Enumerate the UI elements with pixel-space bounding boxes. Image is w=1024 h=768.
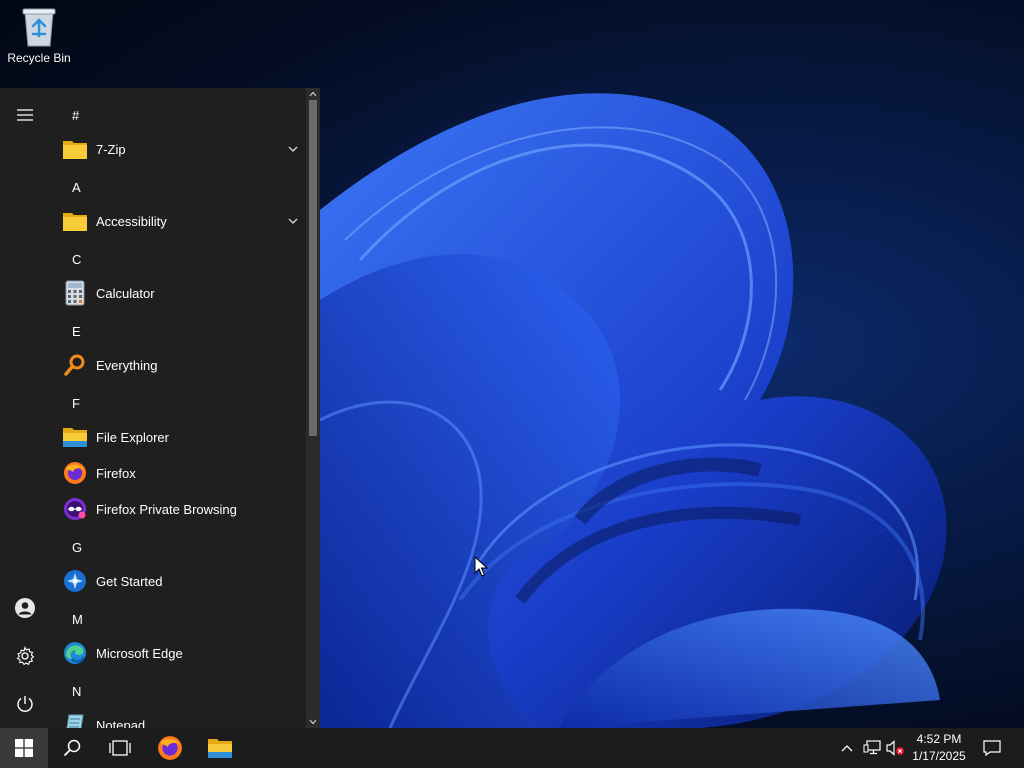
scroll-up-button[interactable] bbox=[306, 88, 320, 100]
start-menu-rail bbox=[0, 88, 50, 728]
app-label: 7-Zip bbox=[96, 141, 126, 157]
mouse-cursor-icon bbox=[474, 556, 488, 577]
start-menu: # A C E F G M N 7-Zip Accessibility Calc… bbox=[0, 88, 320, 728]
app-item-file-explorer[interactable]: File Explorer bbox=[50, 419, 306, 455]
search-magnifier-icon bbox=[62, 352, 88, 378]
app-label: Notepad bbox=[96, 717, 146, 729]
app-item-microsoft-edge[interactable]: Microsoft Edge bbox=[50, 635, 306, 671]
firefox-icon bbox=[158, 736, 182, 760]
settings-button[interactable] bbox=[0, 633, 50, 679]
letter-header[interactable]: M bbox=[72, 602, 83, 638]
folder-icon bbox=[62, 136, 88, 162]
network-icon bbox=[863, 740, 881, 755]
letter-header[interactable]: F bbox=[72, 386, 80, 422]
app-label: Accessibility bbox=[96, 213, 167, 229]
app-item-get-started[interactable]: Get Started bbox=[50, 563, 306, 599]
edge-icon bbox=[62, 640, 88, 666]
letter-header[interactable]: # bbox=[72, 98, 79, 134]
power-icon bbox=[17, 696, 33, 712]
expand-menu-button[interactable] bbox=[0, 92, 50, 138]
windows-start-icon bbox=[15, 739, 33, 757]
calculator-icon bbox=[62, 280, 88, 306]
file-explorer-icon bbox=[62, 424, 88, 450]
notifications-icon bbox=[983, 740, 1001, 756]
task-view-icon bbox=[109, 740, 131, 756]
scroll-up-arrow-icon bbox=[309, 91, 317, 97]
taskbar: 4:52 PM 1/17/2025 bbox=[0, 728, 1024, 768]
notepad-icon bbox=[62, 712, 88, 728]
all-apps-list: # A C E F G M N 7-Zip Accessibility Calc… bbox=[50, 88, 306, 728]
app-item-7zip[interactable]: 7-Zip bbox=[50, 131, 306, 167]
app-label: Microsoft Edge bbox=[96, 645, 183, 661]
file-explorer-icon bbox=[208, 739, 232, 758]
taskbar-clock[interactable]: 4:52 PM 1/17/2025 bbox=[904, 731, 974, 765]
app-item-everything[interactable]: Everything bbox=[50, 347, 306, 383]
app-label: Get Started bbox=[96, 573, 163, 589]
search-icon bbox=[63, 739, 81, 757]
chevron-down-icon[interactable] bbox=[286, 142, 300, 156]
scroll-down-button[interactable] bbox=[306, 716, 320, 728]
taskbar-file-explorer-button[interactable] bbox=[196, 728, 244, 768]
search-button[interactable] bbox=[48, 728, 96, 768]
desktop-icon-label: Recycle Bin bbox=[7, 51, 71, 65]
letter-header[interactable]: G bbox=[72, 530, 82, 566]
app-item-firefox[interactable]: Firefox bbox=[50, 455, 306, 491]
power-button[interactable] bbox=[0, 681, 50, 727]
hamburger-icon bbox=[17, 109, 33, 121]
firefox-private-icon bbox=[62, 496, 88, 522]
app-item-calculator[interactable]: Calculator bbox=[50, 275, 306, 311]
user-account-button[interactable] bbox=[0, 585, 50, 631]
clock-time: 4:52 PM bbox=[916, 732, 962, 746]
chevron-down-icon[interactable] bbox=[286, 214, 300, 228]
show-hidden-icons-button[interactable] bbox=[836, 728, 858, 768]
network-button[interactable] bbox=[860, 728, 884, 768]
letter-header[interactable]: E bbox=[72, 314, 81, 350]
chevron-up-icon bbox=[841, 745, 853, 752]
app-label: Everything bbox=[96, 357, 158, 373]
app-label: Calculator bbox=[96, 285, 155, 301]
volume-button[interactable] bbox=[884, 728, 906, 768]
start-button[interactable] bbox=[0, 728, 48, 768]
desktop-icon-recycle-bin[interactable]: Recycle Bin bbox=[4, 6, 74, 78]
firefox-icon bbox=[62, 460, 88, 486]
action-center-button[interactable] bbox=[978, 728, 1006, 768]
app-label: File Explorer bbox=[96, 429, 169, 445]
letter-header[interactable]: C bbox=[72, 242, 81, 278]
volume-muted-icon bbox=[886, 740, 904, 756]
app-label: Firefox Private Browsing bbox=[96, 501, 237, 517]
gear-icon bbox=[16, 646, 35, 666]
letter-header[interactable]: N bbox=[72, 674, 81, 710]
scroll-down-arrow-icon bbox=[309, 719, 317, 725]
taskbar-firefox-button[interactable] bbox=[146, 728, 194, 768]
app-label: Firefox bbox=[96, 465, 136, 481]
app-item-firefox-private[interactable]: Firefox Private Browsing bbox=[50, 491, 306, 527]
folder-icon bbox=[62, 208, 88, 234]
get-started-icon bbox=[62, 568, 88, 594]
scroll-thumb[interactable] bbox=[309, 100, 317, 436]
app-item-notepad[interactable]: Notepad bbox=[50, 707, 306, 728]
app-item-accessibility[interactable]: Accessibility bbox=[50, 203, 306, 239]
letter-header[interactable]: A bbox=[72, 170, 81, 206]
user-icon bbox=[15, 598, 35, 618]
app-list-scrollbar[interactable] bbox=[306, 88, 320, 728]
clock-date: 1/17/2025 bbox=[912, 749, 966, 763]
task-view-button[interactable] bbox=[96, 728, 144, 768]
recycle-bin-icon bbox=[22, 8, 56, 47]
